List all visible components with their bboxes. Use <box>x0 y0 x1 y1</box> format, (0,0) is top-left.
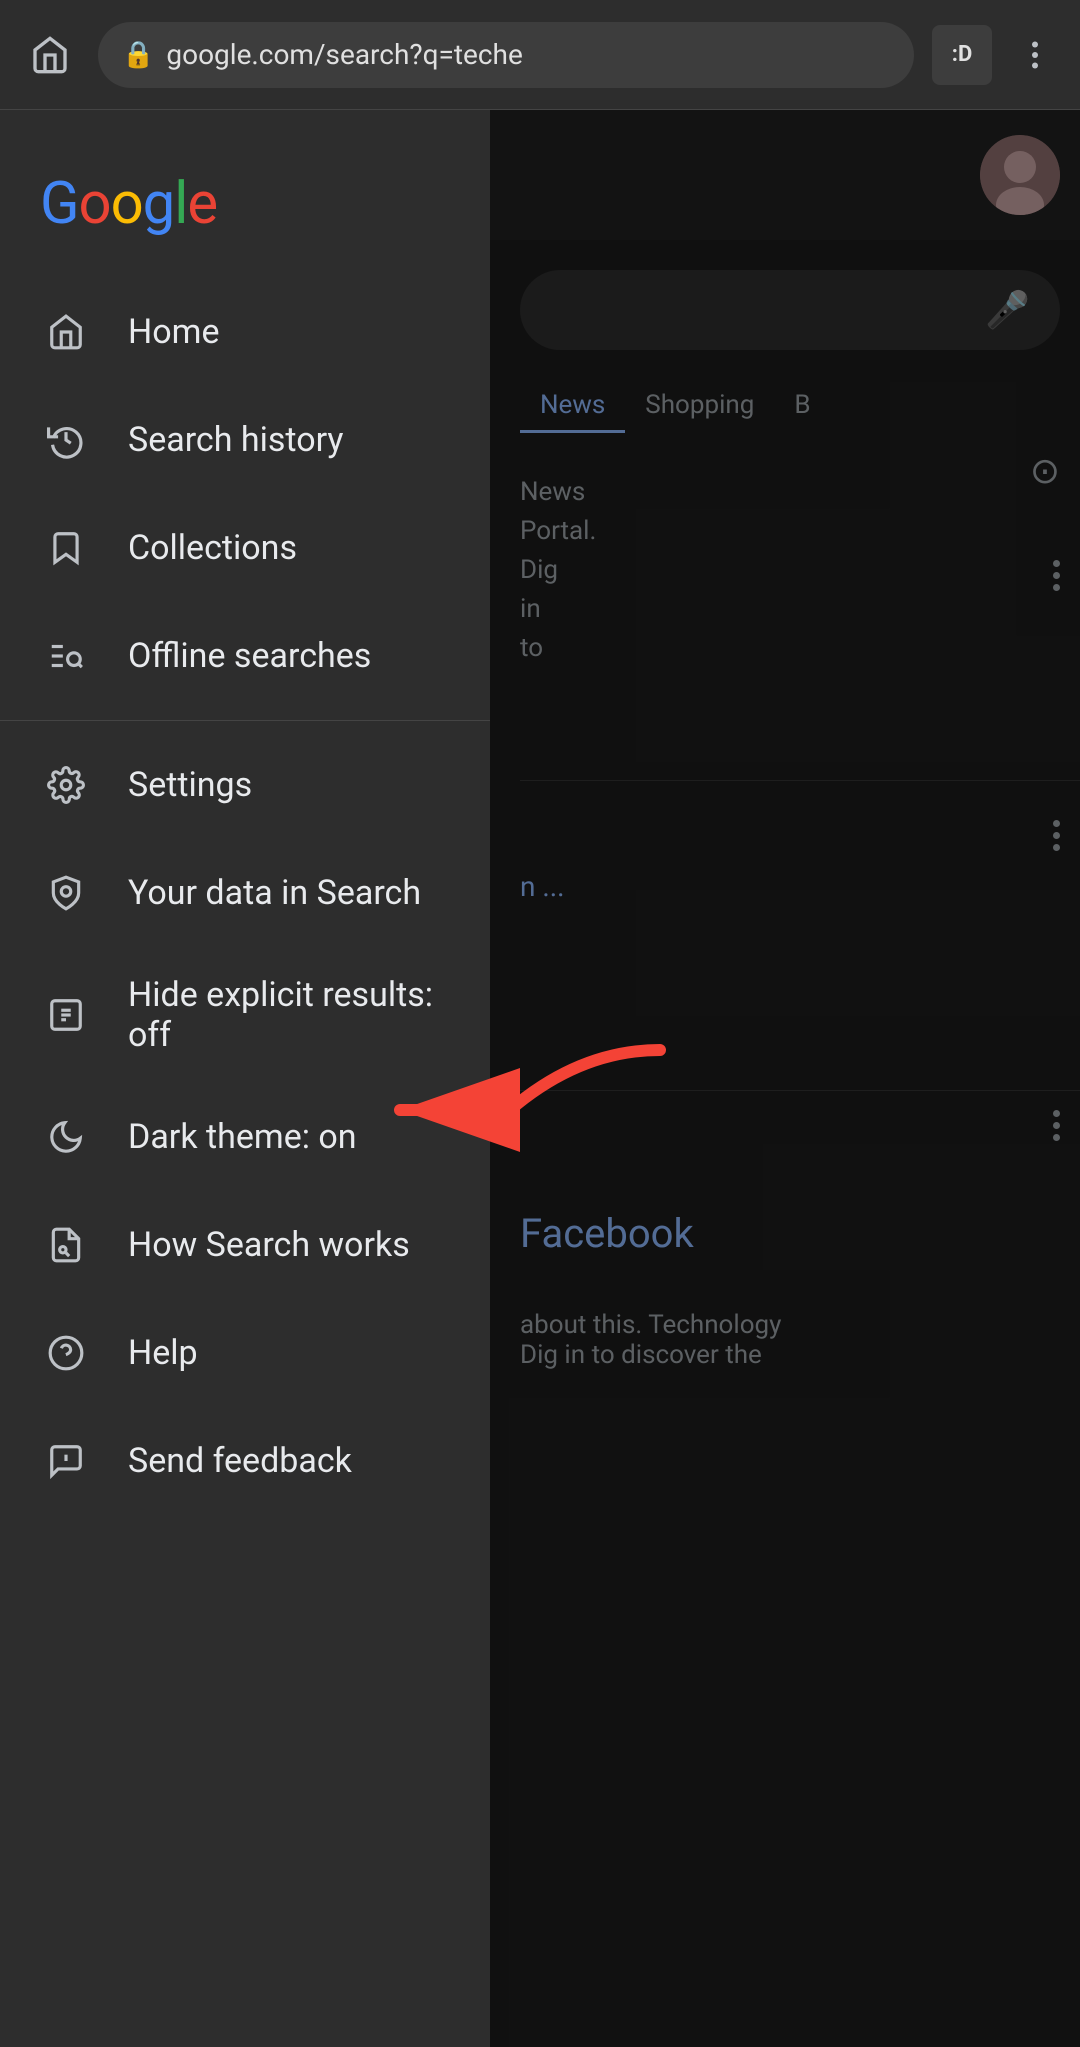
sidebar-item-send-feedback[interactable]: Send feedback <box>0 1407 490 1515</box>
address-bar[interactable]: 🔒 google.com/search?q=teche <box>98 22 914 88</box>
sidebar-item-hide-explicit[interactable]: Hide explicit results: off <box>0 947 490 1083</box>
sidebar-item-help[interactable]: Help <box>0 1299 490 1407</box>
shield-icon <box>40 867 92 919</box>
sidebar-send-feedback-label: Send feedback <box>128 1441 352 1481</box>
browser-more-button[interactable] <box>1010 25 1060 85</box>
sidebar-item-collections[interactable]: Collections <box>0 494 490 602</box>
sidebar-offline-searches-label: Offline searches <box>128 636 371 676</box>
sidebar-your-data-label: Your data in Search <box>128 873 421 913</box>
sidebar-collections-label: Collections <box>128 528 297 568</box>
menu-divider-1 <box>0 720 490 721</box>
sidebar-item-offline-searches[interactable]: Offline searches <box>0 602 490 710</box>
explicit-icon <box>40 989 92 1041</box>
sidebar-item-how-search-works[interactable]: How Search works <box>0 1191 490 1299</box>
history-icon <box>40 414 92 466</box>
tab-icon-label: :D <box>952 42 973 67</box>
sidebar-help-label: Help <box>128 1333 198 1373</box>
browser-chrome: 🔒 google.com/search?q=teche :D <box>0 0 1080 110</box>
sidebar-hide-explicit-label: Hide explicit results: off <box>128 975 450 1055</box>
sidebar-search-history-label: Search history <box>128 420 344 460</box>
sidebar-item-settings[interactable]: Settings <box>0 731 490 839</box>
sidebar-dark-theme-label: Dark theme: on <box>128 1117 357 1157</box>
lock-icon: 🔒 <box>122 40 154 70</box>
sidebar-how-search-works-label: How Search works <box>128 1225 410 1265</box>
sidebar-item-search-history[interactable]: Search history <box>0 386 490 494</box>
sidebar-home-label: Home <box>128 312 220 352</box>
sidebar-item-home[interactable]: Home <box>0 278 490 386</box>
offline-search-icon <box>40 630 92 682</box>
moon-icon <box>40 1111 92 1163</box>
sidebar-settings-label: Settings <box>128 765 252 805</box>
feedback-icon <box>40 1435 92 1487</box>
browser-home-button[interactable] <box>20 25 80 85</box>
google-logo: Google <box>0 150 490 278</box>
url-text: google.com/search?q=teche <box>166 38 890 71</box>
settings-icon <box>40 759 92 811</box>
sidebar-item-dark-theme[interactable]: Dark theme: on <box>0 1083 490 1191</box>
page-background: 🎤 News Shopping B ⊙ News Portal. Dig in … <box>0 110 1080 2047</box>
sidebar-item-your-data[interactable]: Your data in Search <box>0 839 490 947</box>
help-icon <box>40 1327 92 1379</box>
home-icon <box>40 306 92 358</box>
sidebar-drawer: Google Home Search history <box>0 110 490 2047</box>
tab-switcher-button[interactable]: :D <box>932 25 992 85</box>
search-doc-icon <box>40 1219 92 1271</box>
bookmark-icon <box>40 522 92 574</box>
